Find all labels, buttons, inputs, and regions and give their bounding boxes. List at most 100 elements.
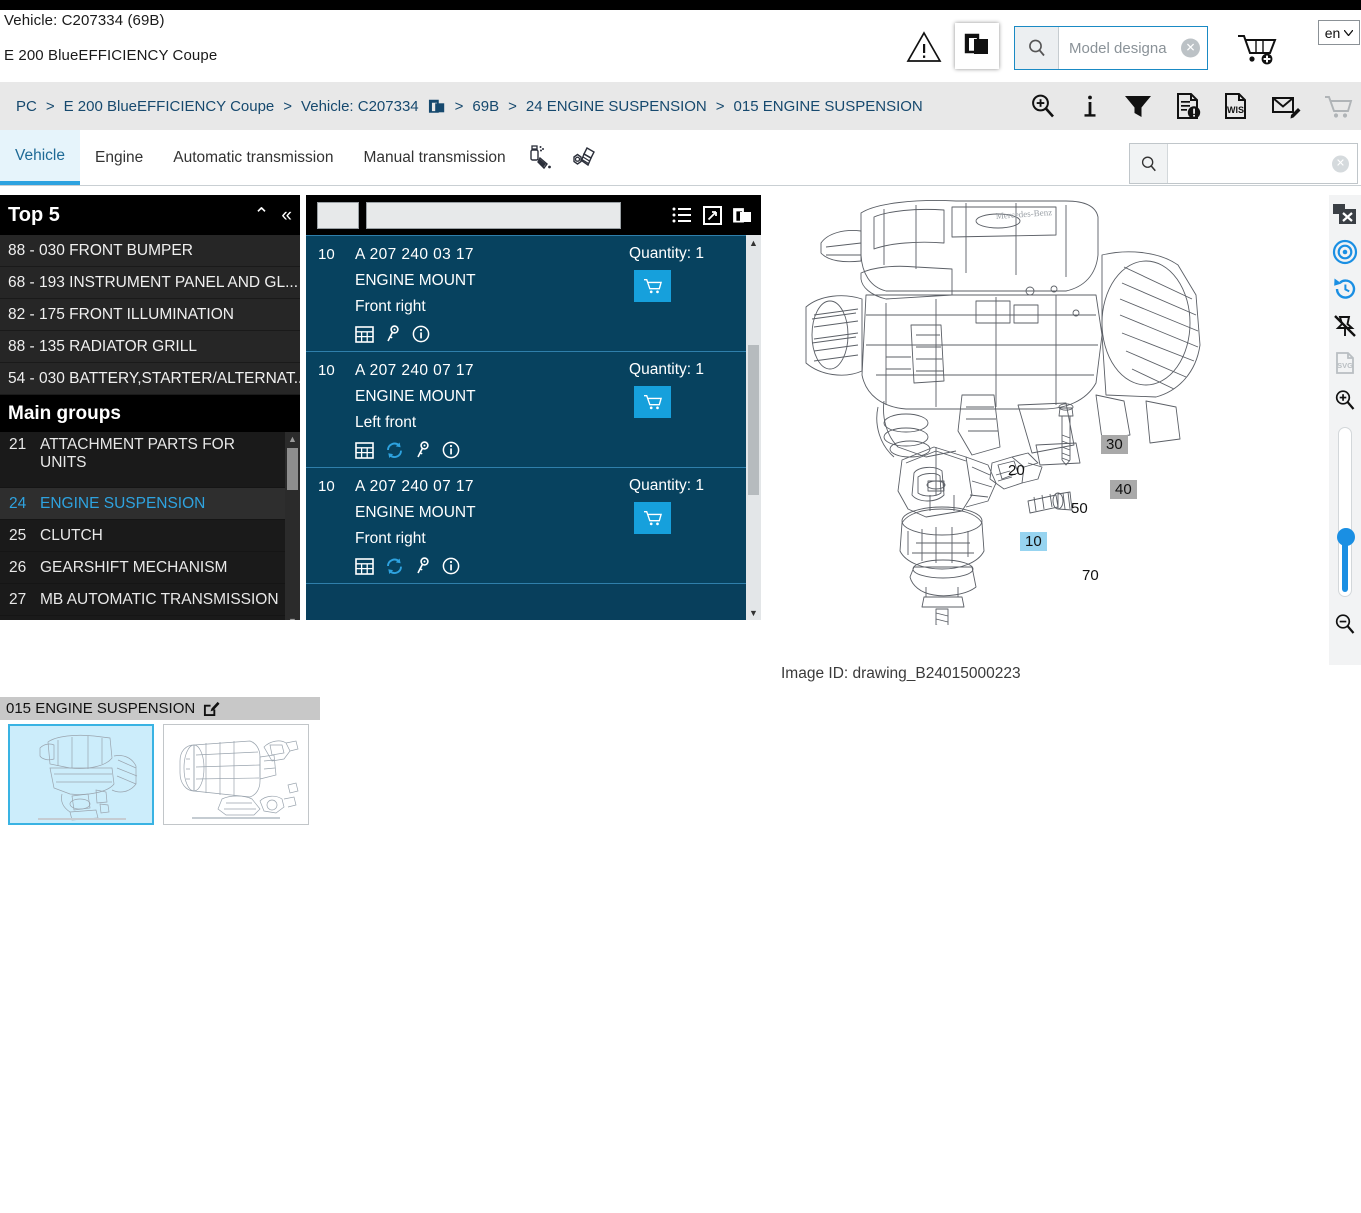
part-position-number: 10 [318, 246, 335, 263]
info-icon[interactable] [1079, 92, 1101, 120]
breadcrumb-item-model[interactable]: E 200 BlueEFFICIENCY Coupe [64, 98, 275, 115]
main-groups-scrollbar[interactable]: ▲ ▼ [285, 432, 300, 620]
scroll-down-arrow-icon[interactable]: ▼ [746, 605, 761, 620]
parts-search[interactable]: ✕ [1129, 143, 1358, 184]
parts-drawing-viewer[interactable]: Mercedes-Benz 50 30 20 40 10 70 [766, 195, 1326, 625]
drawing-callout-50[interactable]: 50 [1071, 500, 1088, 517]
parts-list-scrollbar[interactable]: ▲ ▼ [746, 235, 761, 620]
thumbnail-list [0, 720, 320, 825]
breadcrumb-item-69b[interactable]: 69B [472, 98, 499, 115]
scroll-up-arrow-icon[interactable]: ▲ [746, 235, 761, 250]
double-chevron-left-icon[interactable]: « [281, 206, 292, 225]
scrollbar-thumb[interactable] [748, 345, 759, 495]
refresh-replace-icon[interactable] [385, 557, 404, 575]
parts-filter-number-input[interactable] [317, 201, 359, 229]
table-grid-icon[interactable] [355, 325, 374, 343]
breadcrumb-item-group[interactable]: 24 ENGINE SUSPENSION [526, 98, 707, 115]
parts-filter-text-input[interactable] [366, 201, 621, 229]
expand-arrows-icon[interactable] [703, 205, 722, 225]
zoom-slider[interactable] [1337, 427, 1355, 597]
model-search-input[interactable]: Model designa ✕ [1059, 27, 1207, 69]
main-group-item-24[interactable]: 24 ENGINE SUSPENSION [0, 488, 285, 520]
thumbnail-panel-title: 015 ENGINE SUSPENSION [6, 700, 196, 717]
mail-edit-icon[interactable] [1271, 92, 1301, 120]
table-grid-icon[interactable] [355, 441, 374, 459]
zoom-in-magnifier-icon[interactable] [1029, 92, 1057, 120]
tab-manual-transmission-label: Manual transmission [363, 148, 506, 166]
main-group-item-26[interactable]: 26 GEARSHIFT MECHANISM [0, 552, 285, 584]
list-view-icon[interactable] [672, 206, 692, 224]
top5-item-4[interactable]: 54 - 030 BATTERY,STARTER/ALTERNAT... [0, 363, 300, 395]
model-designation-search[interactable]: Model designa ✕ [1014, 26, 1208, 70]
scroll-down-arrow-icon[interactable]: ▼ [285, 614, 300, 620]
breadcrumb-item-subgroup[interactable]: 015 ENGINE SUSPENSION [734, 98, 923, 115]
add-to-cart-button[interactable] [634, 502, 671, 534]
wis-document-icon[interactable]: WIS [1223, 92, 1249, 120]
scroll-up-arrow-icon[interactable]: ▲ [285, 432, 300, 446]
main-group-item-25[interactable]: 25 CLUTCH [0, 520, 285, 552]
thumbnail-item-1[interactable] [163, 724, 309, 825]
info-circle-icon[interactable] [412, 325, 430, 343]
tab-automatic-transmission[interactable]: Automatic transmission [158, 130, 348, 185]
drawing-callout-30[interactable]: 30 [1101, 435, 1128, 454]
paint-spray-can-icon[interactable] [521, 130, 563, 185]
add-to-cart-button[interactable] [634, 386, 671, 418]
zoom-in-icon[interactable] [1331, 386, 1359, 414]
shopping-cart-icon[interactable] [1323, 92, 1353, 120]
warning-triangle-icon[interactable] [905, 30, 943, 64]
copy-documents-icon[interactable] [733, 206, 753, 225]
tab-engine[interactable]: Engine [80, 130, 158, 185]
table-row[interactable]: 10 A 207 240 07 17 ENGINE MOUNT Front ri… [306, 468, 746, 584]
zoom-slider-knob[interactable] [1337, 528, 1355, 546]
drawing-callout-20[interactable]: 20 [1008, 462, 1025, 479]
table-row[interactable]: 10 A 207 240 03 17 ENGINE MOUNT Front ri… [306, 235, 746, 352]
language-selector[interactable]: en [1318, 20, 1360, 45]
search-icon[interactable] [1015, 27, 1059, 69]
drawing-callout-70[interactable]: 70 [1082, 567, 1099, 584]
history-undo-icon[interactable] [1331, 275, 1359, 303]
document-alert-icon[interactable] [1175, 92, 1201, 120]
search-icon[interactable] [1130, 144, 1168, 183]
breadcrumb-item-vehicle[interactable]: Vehicle: C207334 [301, 98, 419, 115]
edit-pencil-icon[interactable] [203, 700, 220, 717]
breadcrumb-bar: PC > E 200 BlueEFFICIENCY Coupe > Vehicl… [0, 82, 1361, 130]
add-to-cart-button[interactable] [634, 270, 671, 302]
target-focus-icon[interactable] [1331, 238, 1359, 266]
top5-title: Top 5 [8, 203, 60, 226]
drawing-callout-40[interactable]: 40 [1110, 480, 1137, 499]
thumbnail-item-0[interactable] [8, 724, 154, 825]
main-group-item-21[interactable]: 21 ATTACHMENT PARTS FOR UNITS [0, 432, 285, 488]
close-window-icon[interactable] [1331, 201, 1359, 229]
copy-documents-icon [963, 30, 991, 63]
tab-vehicle[interactable]: Vehicle [0, 130, 80, 185]
top5-item-0[interactable]: 88 - 030 FRONT BUMPER [0, 235, 300, 267]
clear-x-icon[interactable]: ✕ [1181, 38, 1200, 58]
key-icon[interactable] [415, 557, 431, 575]
bolt-fastener-icon[interactable] [563, 130, 605, 185]
unpin-icon[interactable] [1331, 312, 1359, 340]
copy-documents-button[interactable] [955, 23, 999, 69]
table-grid-icon[interactable] [355, 557, 374, 575]
key-icon[interactable] [415, 441, 431, 459]
scrollbar-thumb[interactable] [287, 448, 298, 490]
info-circle-icon[interactable] [442, 557, 460, 575]
breadcrumb-separator: > [454, 97, 464, 115]
info-circle-icon[interactable] [442, 441, 460, 459]
filter-funnel-icon[interactable] [1123, 92, 1153, 120]
refresh-replace-icon[interactable] [385, 441, 404, 459]
tab-manual-transmission[interactable]: Manual transmission [348, 130, 520, 185]
table-row[interactable]: 10 A 207 240 07 17 ENGINE MOUNT Left fro… [306, 352, 746, 468]
top5-item-3[interactable]: 88 - 135 RADIATOR GRILL [0, 331, 300, 363]
clear-x-icon[interactable]: ✕ [1332, 155, 1349, 172]
main-group-item-27[interactable]: 27 MB AUTOMATIC TRANSMISSION [0, 584, 285, 616]
cart-add-icon[interactable] [1234, 28, 1280, 68]
chevron-up-icon[interactable]: ⌃ [254, 206, 270, 225]
drawing-callout-10[interactable]: 10 [1020, 532, 1047, 551]
copy-documents-icon[interactable] [428, 97, 446, 115]
zoom-out-icon[interactable] [1331, 610, 1359, 638]
key-icon[interactable] [385, 325, 401, 343]
top5-item-2[interactable]: 82 - 175 FRONT ILLUMINATION [0, 299, 300, 331]
top5-item-1[interactable]: 68 - 193 INSTRUMENT PANEL AND GL... [0, 267, 300, 299]
parts-search-input[interactable]: ✕ [1168, 144, 1357, 183]
breadcrumb-item-pc[interactable]: PC [16, 98, 37, 115]
